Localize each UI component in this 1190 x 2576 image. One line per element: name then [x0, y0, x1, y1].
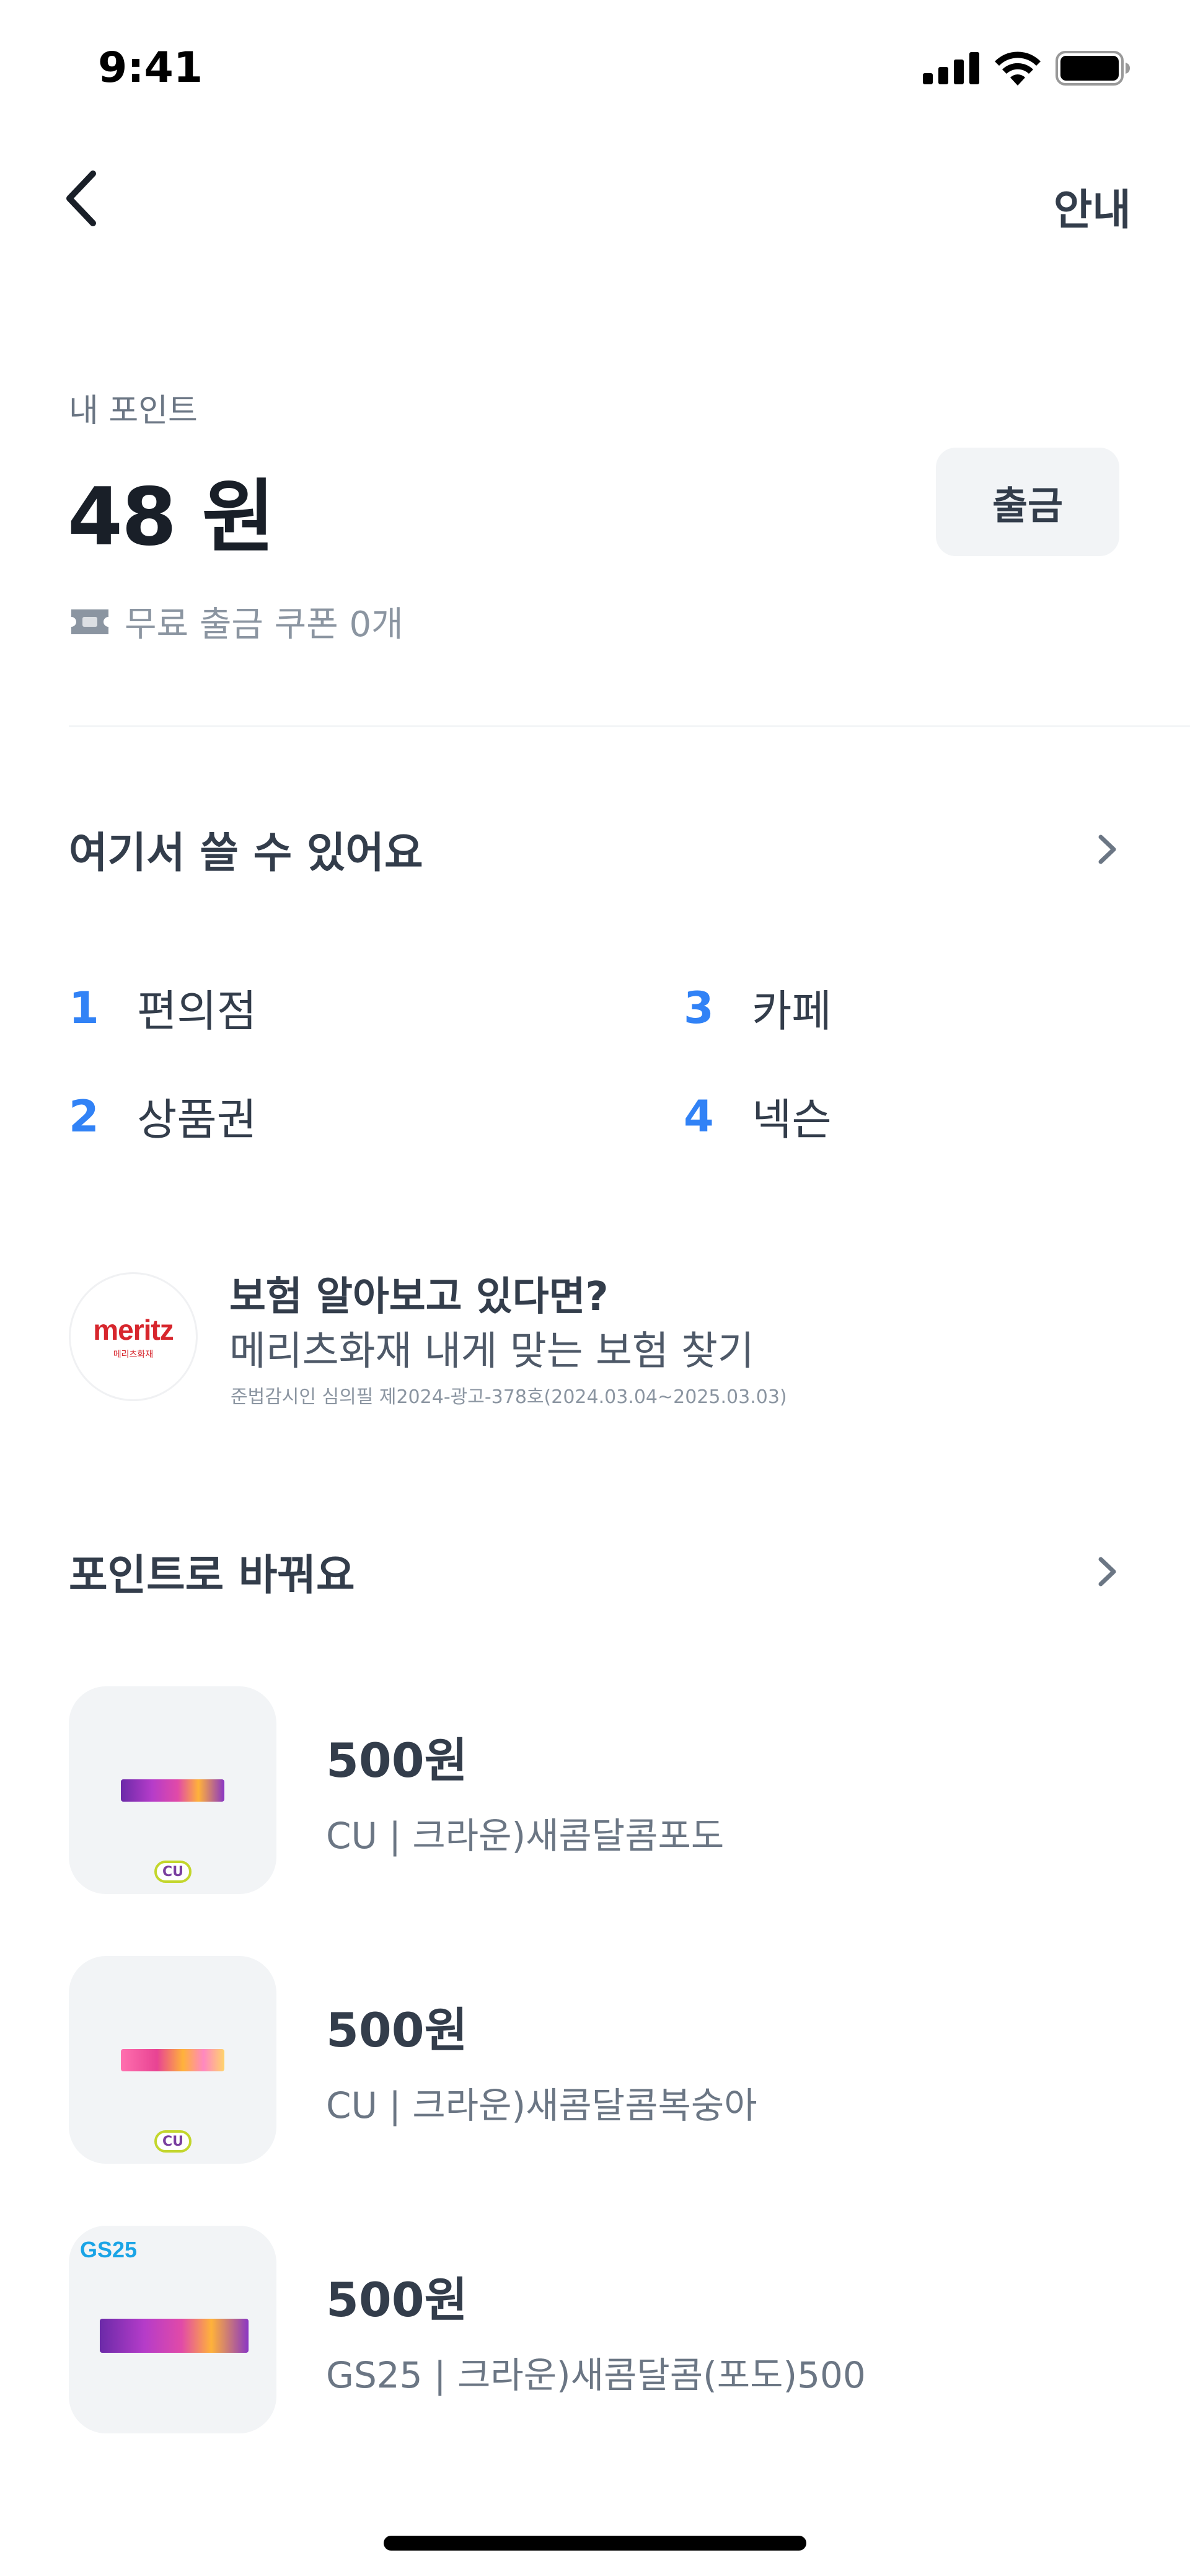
product-thumbnail: CU — [69, 1956, 276, 2164]
signal-icon — [923, 52, 979, 84]
usable-section-header[interactable]: 여기서 쓸 수 있어요 — [69, 818, 1122, 880]
guide-button[interactable]: 안내 — [1054, 175, 1131, 237]
place-label: 넥슨 — [752, 1094, 832, 1145]
back-button[interactable] — [57, 167, 107, 229]
place-label: 상품권 — [137, 1094, 257, 1145]
ticket-icon — [71, 609, 108, 634]
place-rank: 1 — [69, 982, 99, 1033]
coupon-row[interactable]: 무료 출금 쿠폰 0개 — [69, 596, 403, 647]
status-time: 9:41 — [98, 43, 203, 92]
place-rank: 3 — [684, 982, 714, 1033]
ad-logo-text: meritz — [93, 1314, 174, 1346]
ad-logo-sub: 메리츠화재 — [113, 1350, 154, 1360]
product-item[interactable]: CU 500원 CU | 크라운)새콤달콤복숭아 — [69, 1956, 1122, 2164]
usable-section-title: 여기서 쓸 수 있어요 — [69, 829, 423, 878]
place-item-giftcard[interactable]: 2 상품권 — [69, 1085, 257, 1148]
place-item-cafe[interactable]: 3 카페 — [684, 976, 832, 1039]
candy-image — [121, 1779, 224, 1802]
exchange-section-header[interactable]: 포인트로 바꿔요 — [69, 1541, 1122, 1602]
product-thumbnail: CU — [69, 1686, 276, 1894]
cu-logo: CU — [154, 2130, 192, 2153]
candy-image — [121, 2049, 224, 2071]
battery-icon — [1056, 51, 1130, 86]
product-price: 500원 — [326, 2002, 468, 2058]
ad-title: 보험 알아보고 있다면? — [229, 1274, 609, 1320]
divider — [69, 725, 1190, 727]
withdraw-button[interactable]: 출금 — [936, 448, 1119, 556]
home-indicator — [384, 2536, 806, 2551]
chevron-right-icon — [1098, 834, 1116, 864]
cu-logo: CU — [154, 1861, 192, 1883]
product-price: 500원 — [326, 1732, 468, 1788]
place-item-nexon[interactable]: 4 넥슨 — [684, 1085, 832, 1148]
chevron-right-icon — [1098, 1557, 1116, 1586]
ad-legal-note: 준법감시인 심의필 제2024-광고-378호(2024.03.04~2025.… — [231, 1386, 787, 1408]
exchange-section-title: 포인트로 바꿔요 — [69, 1551, 355, 1600]
wifi-icon — [995, 51, 1041, 86]
points-label: 내 포인트 — [69, 392, 198, 430]
place-item-convenience[interactable]: 1 편의점 — [69, 976, 257, 1039]
product-thumbnail: GS25 — [69, 2226, 276, 2433]
place-rank: 4 — [684, 1091, 714, 1142]
points-value: 48 원 — [68, 471, 275, 564]
ad-logo: meritz 메리츠화재 — [69, 1272, 198, 1401]
status-icons — [923, 51, 1131, 86]
chevron-left-icon — [66, 170, 96, 226]
ad-description: 메리츠화재 내게 맞는 보험 찾기 — [229, 1329, 754, 1374]
place-label: 편의점 — [137, 986, 257, 1037]
coupon-text: 무료 출금 쿠폰 0개 — [125, 604, 403, 645]
product-price: 500원 — [326, 2272, 468, 2327]
product-name: CU | 크라운)새콤달콤포도 — [326, 1814, 725, 1857]
place-rank: 2 — [69, 1091, 99, 1142]
product-item[interactable]: CU 500원 CU | 크라운)새콤달콤포도 — [69, 1686, 1122, 1894]
product-name: GS25 | 크라운)새콤달콤(포도)500 — [326, 2353, 866, 2396]
candy-image — [100, 2319, 249, 2353]
gs25-logo: GS25 — [80, 2237, 138, 2262]
product-item[interactable]: GS25 500원 GS25 | 크라운)새콤달콤(포도)500 — [69, 2226, 1122, 2433]
product-name: CU | 크라운)새콤달콤복숭아 — [326, 2084, 757, 2127]
place-label: 카페 — [752, 986, 832, 1037]
